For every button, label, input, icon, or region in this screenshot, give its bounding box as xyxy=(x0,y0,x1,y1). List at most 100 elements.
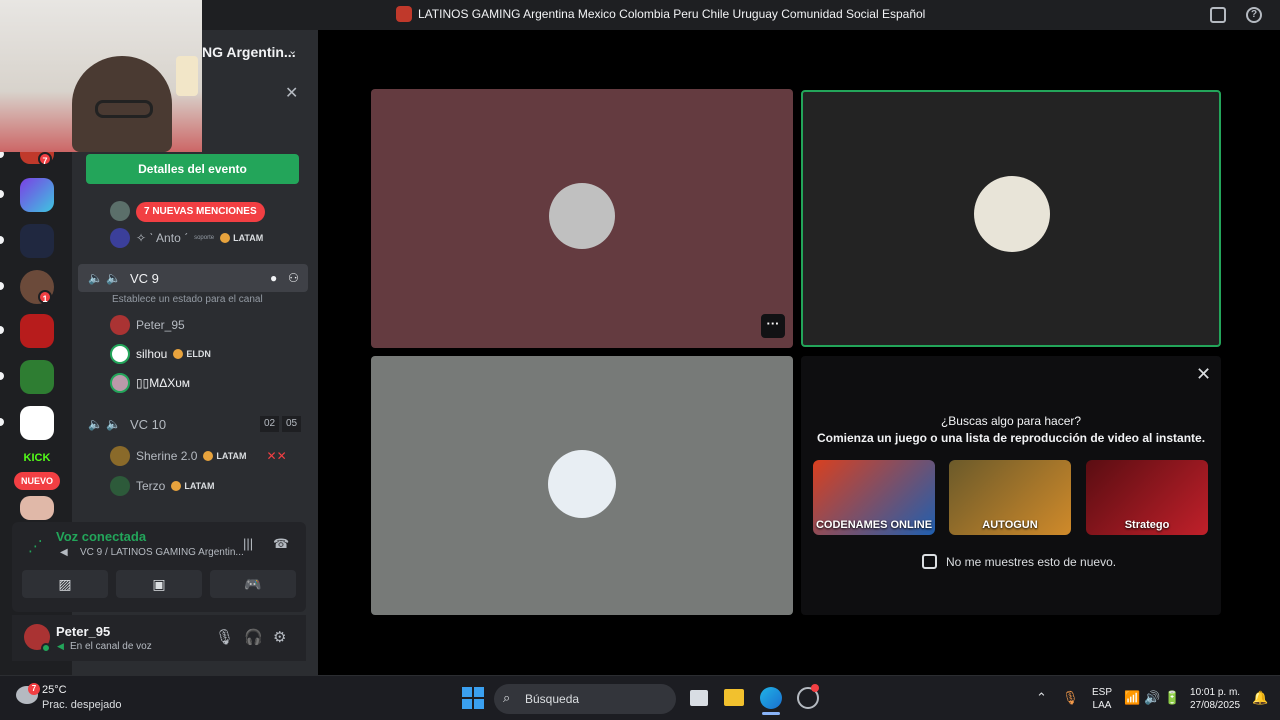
dont-show-again-checkbox[interactable] xyxy=(922,554,937,569)
webcam-overlay xyxy=(0,0,202,152)
member-item[interactable]: silhou ELDN xyxy=(110,343,211,365)
member-item[interactable]: ▯▯MΔXᴜᴍ xyxy=(110,372,190,394)
member-name: silhou xyxy=(136,347,168,361)
avatar xyxy=(110,201,130,221)
search-placeholder: Búsqueda xyxy=(525,692,580,706)
unread-pill xyxy=(0,190,4,198)
windows-start-icon[interactable] xyxy=(462,687,484,709)
window-title-text: LATINOS GAMING Argentina Mexico Colombia… xyxy=(418,7,926,21)
unread-pill xyxy=(0,418,4,426)
unread-pill xyxy=(0,236,4,244)
kick-server-icon[interactable]: KICK xyxy=(20,452,54,470)
video-tile-speaking[interactable] xyxy=(801,90,1221,347)
volume-icon[interactable]: 🔊 xyxy=(1144,690,1160,706)
notifications-icon[interactable]: 🔔 xyxy=(1252,690,1268,706)
member-item[interactable]: Sherine 2.0 LATAM ✕✕ xyxy=(110,445,287,467)
more-options-button[interactable]: ··· xyxy=(761,314,785,338)
channel-status-placeholder[interactable]: Establece un estado para el canal xyxy=(112,294,263,305)
new-mentions-badge[interactable]: 7 NUEVAS MENCIONES xyxy=(136,202,265,222)
member-item[interactable]: ✧ ˋ Anto ˊ soporte LATAM xyxy=(110,227,263,249)
server-icon[interactable] xyxy=(20,224,54,258)
member-item[interactable]: Peter_95 xyxy=(110,314,185,336)
muted-deafened-icon: ✕✕ xyxy=(266,449,287,463)
wifi-icon[interactable]: 📶 xyxy=(1124,690,1140,706)
channel-name: VC 9 xyxy=(130,270,159,286)
camera-off-button[interactable]: ▨ xyxy=(22,570,108,598)
avatar xyxy=(974,176,1050,252)
close-icon[interactable]: ✕ xyxy=(1196,364,1211,385)
flag-icon xyxy=(173,349,184,359)
task-view-icon[interactable] xyxy=(690,690,708,706)
input-language[interactable]: ESP LAA xyxy=(1092,686,1112,712)
microphone-icon[interactable]: 🎙 xyxy=(1062,690,1079,706)
chevron-down-icon[interactable]: ⌄ xyxy=(288,44,297,57)
voice-channel-vc9[interactable]: 🔈 🔈 VC 9 ● ⚇ xyxy=(78,264,308,292)
server-icon[interactable] xyxy=(20,360,54,394)
search-input[interactable] xyxy=(494,684,676,714)
online-status-icon xyxy=(41,643,51,653)
event-details-button[interactable]: Detalles del evento xyxy=(86,154,299,184)
avatar xyxy=(110,315,130,335)
new-unreads-pill[interactable]: NUEVO xyxy=(14,472,60,490)
member-tag: ELDN xyxy=(173,349,211,359)
server-icon xyxy=(396,6,412,22)
server-icon[interactable] xyxy=(20,496,54,520)
member-name: Terzo xyxy=(136,479,166,493)
chat-icon[interactable]: ● xyxy=(270,271,277,285)
channel-name: VC 10 xyxy=(130,416,167,432)
weather-description[interactable]: Prac. despejado xyxy=(42,699,122,711)
start-tile xyxy=(474,699,484,709)
close-icon[interactable]: ✕ xyxy=(285,83,298,103)
invite-icon[interactable]: ⚇ xyxy=(288,271,299,285)
server-icon[interactable] xyxy=(20,314,54,348)
member-tag: LATAM xyxy=(171,481,215,491)
unread-pill xyxy=(0,326,4,334)
microphone-icon[interactable]: 🎙 xyxy=(215,628,234,646)
user-name[interactable]: Peter_95 xyxy=(56,624,110,639)
server-icon[interactable] xyxy=(20,178,54,212)
video-tile[interactable] xyxy=(371,89,793,348)
chevron-up-icon[interactable]: ⌃ xyxy=(1036,690,1047,706)
noise-suppression-icon[interactable]: ||| xyxy=(243,536,253,551)
member-tag-text: LATAM xyxy=(233,233,264,243)
clock[interactable]: 10:01 p. m. 27/08/2025 xyxy=(1190,686,1240,712)
clock-date: 27/08/2025 xyxy=(1190,700,1241,711)
signal-icon[interactable]: ⋰ xyxy=(28,537,43,555)
video-tile[interactable] xyxy=(371,356,793,615)
member-note: soporte xyxy=(194,235,215,241)
weather-temperature[interactable]: 25°C xyxy=(42,684,67,696)
server-name[interactable]: NG Argentin... xyxy=(202,44,296,60)
start-tile xyxy=(462,699,472,709)
active-app-indicator xyxy=(762,712,780,715)
activities-button[interactable]: 🎮 xyxy=(210,570,296,598)
avatar xyxy=(110,373,130,393)
headphones-icon[interactable]: 🎧 xyxy=(244,628,263,646)
member-tag-text: LATAM xyxy=(184,481,215,491)
inbox-icon[interactable] xyxy=(1210,7,1226,23)
search-icon: ⌕ xyxy=(503,690,511,705)
edge-browser-icon[interactable] xyxy=(760,687,782,709)
speaker-icon: ◀ xyxy=(60,547,68,558)
file-explorer-icon[interactable] xyxy=(724,689,744,706)
share-screen-button[interactable]: ▣ xyxy=(116,570,202,598)
member-tag: LATAM xyxy=(220,233,263,243)
notification-dot xyxy=(811,684,819,692)
member-tag-text: LATAM xyxy=(216,451,247,461)
member-item[interactable]: Terzo LATAM xyxy=(110,475,215,497)
game-card-stratego[interactable]: Stratego xyxy=(1086,460,1208,535)
flag-icon xyxy=(203,451,214,461)
disconnect-icon[interactable]: ☎ xyxy=(273,536,289,552)
member-name: Sherine 2.0 xyxy=(136,449,198,463)
speaker-icon: ◀ xyxy=(57,641,64,651)
keyboard-layout: LAA xyxy=(1092,700,1112,711)
help-icon[interactable]: ? xyxy=(1246,7,1262,23)
avatar xyxy=(110,228,130,248)
game-card-autogun[interactable]: AUTOGUN xyxy=(949,460,1071,535)
game-title: AUTOGUN xyxy=(982,519,1038,531)
gear-icon[interactable]: ⚙ xyxy=(273,628,286,646)
battery-icon[interactable]: 🔋 xyxy=(1164,690,1180,706)
game-card-codenames[interactable]: CODENAMES ONLINE xyxy=(813,460,935,535)
voice-channel-path[interactable]: VC 9 / LATINOS GAMING Argentin... xyxy=(80,547,244,558)
activity-question: ¿Buscas algo para hacer? xyxy=(940,414,1082,428)
server-icon[interactable] xyxy=(20,406,54,440)
